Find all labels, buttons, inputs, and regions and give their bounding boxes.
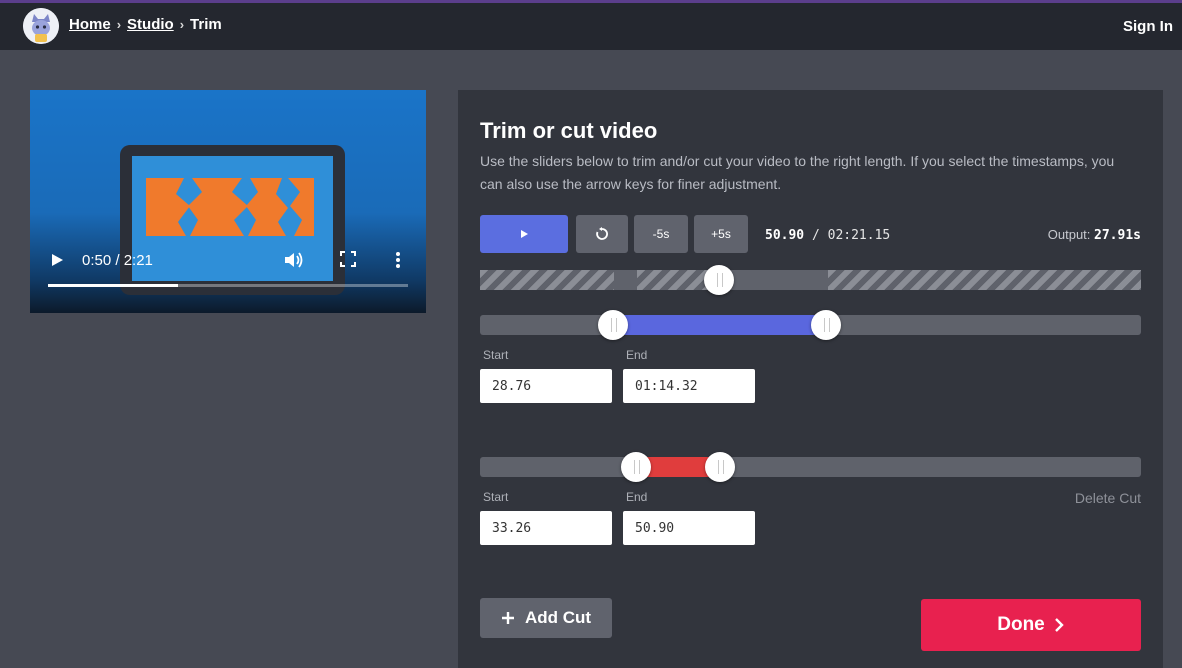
video-time-label: 0:50 / 2:21 — [82, 252, 153, 269]
play-button[interactable] — [480, 215, 568, 253]
breadcrumb-home-link[interactable]: Home — [69, 16, 111, 33]
trim-end-handle[interactable] — [811, 310, 841, 340]
cut-end-label: End — [626, 490, 648, 504]
playhead-handle[interactable] — [704, 265, 734, 295]
done-label: Done — [997, 614, 1045, 635]
replay-button[interactable] — [576, 215, 628, 253]
sign-in-link[interactable]: Sign In — [1123, 18, 1173, 35]
cut-slider[interactable] — [480, 452, 1141, 482]
cut-start-label: Start — [483, 490, 509, 504]
fullscreen-icon[interactable] — [340, 251, 356, 267]
video-progress-fill — [48, 284, 178, 287]
output-duration: Output: 27.91s — [1048, 227, 1141, 243]
done-button[interactable]: Done — [921, 599, 1141, 651]
cut-start-handle[interactable] — [621, 452, 651, 482]
delete-cut-link[interactable]: Delete Cut — [1075, 490, 1141, 506]
breadcrumb: Home › Studio › Trim — [69, 16, 222, 33]
cat-mascot-logo-icon[interactable] — [23, 8, 59, 44]
cut-end-handle[interactable] — [705, 452, 735, 482]
trim-end-input[interactable] — [623, 369, 755, 403]
panel-title: Trim or cut video — [480, 118, 658, 143]
replay-icon — [596, 227, 608, 240]
cut-start-input[interactable] — [480, 511, 612, 545]
play-icon[interactable] — [50, 253, 64, 267]
more-vert-icon[interactable] — [395, 251, 401, 269]
chevron-right-icon — [1054, 618, 1064, 632]
breadcrumb-current-trim: Trim — [190, 16, 222, 33]
add-cut-label: Add Cut — [524, 608, 592, 627]
plus-icon — [501, 612, 514, 624]
breadcrumb-studio-link[interactable]: Studio — [127, 16, 174, 33]
output-value: 27.91s — [1094, 228, 1141, 243]
trim-selected-range — [613, 315, 826, 335]
trim-start-label: Start — [483, 348, 509, 362]
total-time: 02:21.15 — [827, 228, 891, 243]
video-controls: 0:50 / 2:21 — [30, 240, 426, 313]
trim-end-label: End — [626, 348, 648, 362]
panel-description: Use the sliders below to trim and/or cut… — [480, 153, 1115, 192]
excluded-segment — [480, 270, 614, 290]
trim-panel: Trim or cut video Use the sliders below … — [458, 90, 1163, 668]
chevron-right-icon: › — [179, 17, 185, 32]
video-progress-bar[interactable] — [48, 284, 408, 287]
forward-5s-button[interactable]: +5s — [694, 215, 748, 253]
trim-start-input[interactable] — [480, 369, 612, 403]
trim-start-handle[interactable] — [598, 310, 628, 340]
rewind-5s-button[interactable]: -5s — [634, 215, 688, 253]
chevron-right-icon: › — [116, 17, 122, 32]
add-cut-button[interactable]: Add Cut — [480, 598, 612, 638]
playback-timecode: 50.90 / 02:21.15 — [765, 228, 890, 243]
time-separator: / — [811, 228, 820, 243]
overview-timeline[interactable] — [480, 265, 1141, 295]
cut-end-input[interactable] — [623, 511, 755, 545]
excluded-segment — [828, 270, 1141, 290]
output-label: Output: — [1047, 227, 1091, 242]
video-player[interactable]: 0:50 / 2:21 — [30, 90, 426, 313]
top-bar: Home › Studio › Trim Sign In — [0, 3, 1182, 50]
trim-slider[interactable] — [480, 310, 1141, 340]
current-time: 50.90 — [765, 228, 805, 243]
play-icon — [521, 230, 528, 238]
volume-icon[interactable] — [284, 251, 304, 269]
